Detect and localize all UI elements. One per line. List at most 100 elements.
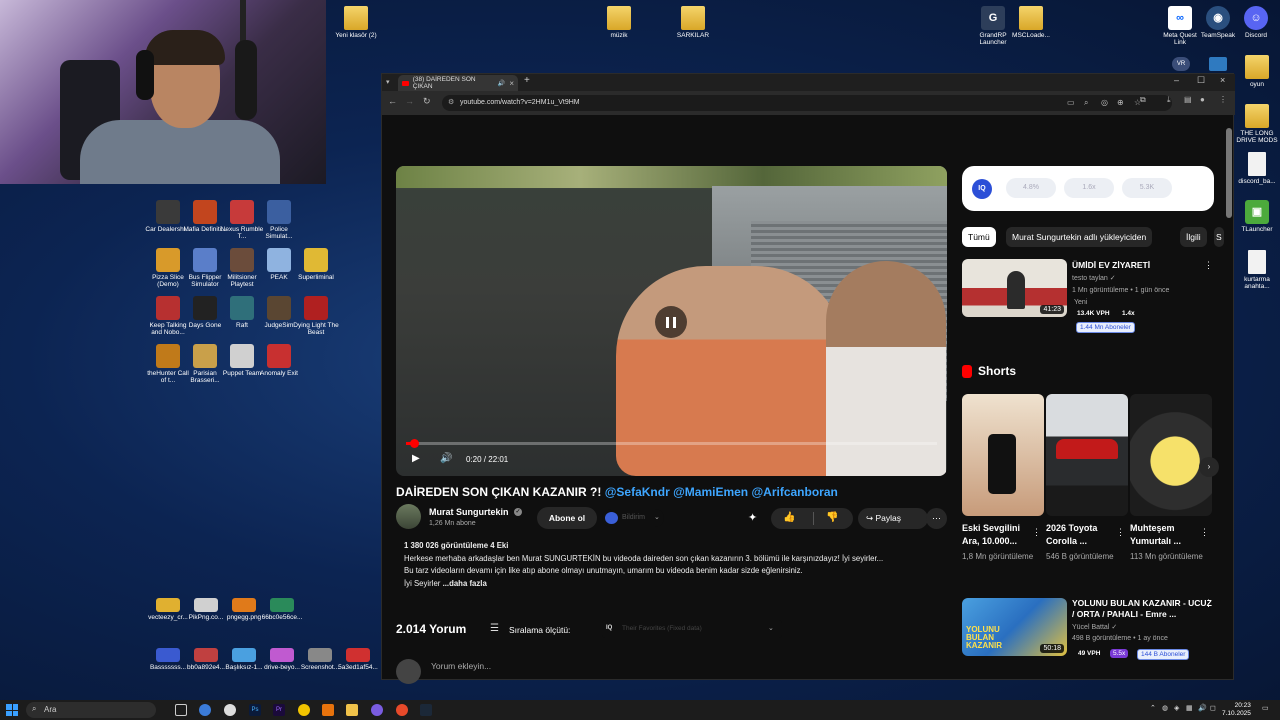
new-tab-icon[interactable]: + bbox=[524, 75, 530, 86]
short-title[interactable]: Muhteşem Yumurtalı ... bbox=[1130, 522, 1204, 548]
chrome-icon[interactable] bbox=[298, 704, 310, 716]
app-taskbar-icon[interactable] bbox=[371, 704, 383, 716]
taskbar-clock[interactable]: 20:23 7.10.2025 bbox=[1222, 702, 1251, 718]
desktop-icon-app[interactable]: ☺ Discord bbox=[1233, 6, 1279, 39]
short-thumbnail[interactable] bbox=[962, 394, 1044, 516]
pause-button[interactable] bbox=[655, 306, 687, 338]
app-taskbar-icon[interactable] bbox=[322, 704, 334, 716]
short-title[interactable]: 2026 Toyota Corolla ... bbox=[1046, 522, 1120, 548]
reload-icon[interactable]: ↻ bbox=[423, 96, 431, 107]
chip-related[interactable]: İlgili bbox=[1180, 227, 1207, 247]
rec-channel[interactable]: testo taylan bbox=[1072, 275, 1108, 282]
short-thumbnail[interactable] bbox=[1046, 394, 1128, 516]
short-menu-icon[interactable]: ⋮ bbox=[1032, 527, 1041, 538]
desktop-file-shortcut[interactable]: 5a3ed1af54... bbox=[335, 648, 381, 671]
show-more-link[interactable]: ...daha fazla bbox=[443, 579, 487, 588]
file-explorer-icon[interactable] bbox=[346, 704, 358, 716]
rec-thumbnail[interactable]: YOLUNU BULAN KAZANIR 50:18 bbox=[962, 598, 1067, 656]
maximize-icon[interactable]: ☐ bbox=[1197, 75, 1205, 86]
more-actions-icon[interactable]: ⋯ bbox=[926, 508, 947, 529]
copilot-icon[interactable] bbox=[199, 704, 211, 716]
comment-input[interactable]: Yorum ekleyin... bbox=[431, 661, 491, 671]
share-button[interactable]: ↪ Paylaş bbox=[858, 508, 928, 529]
game-shortcut[interactable]: Dying Light The Beast bbox=[293, 296, 339, 336]
video-progress-bar[interactable] bbox=[406, 439, 937, 448]
notifications-icon[interactable]: ▭ bbox=[1262, 704, 1269, 712]
sidebar-icon[interactable]: ▤ bbox=[1184, 95, 1192, 104]
game-shortcut[interactable]: Superliminal bbox=[293, 248, 339, 281]
premiere-icon[interactable]: Pr bbox=[273, 704, 285, 716]
video-description[interactable]: 1 380 026 görüntüleme 4 Eki Herkese merh… bbox=[396, 540, 947, 600]
dislike-icon[interactable]: 👎 bbox=[826, 512, 838, 523]
volume-icon[interactable]: 🔊 bbox=[440, 453, 452, 464]
zoom-icon[interactable]: ⌕ bbox=[1084, 98, 1088, 108]
network-icon[interactable]: ▦ bbox=[1186, 704, 1193, 712]
subscribe-button[interactable]: Abone ol bbox=[537, 507, 597, 529]
game-shortcut[interactable]: Police Simulat... bbox=[256, 200, 302, 240]
tray-app-icon[interactable]: ◻ bbox=[1210, 704, 1216, 712]
desktop-icon-folder[interactable]: THE LONG DRIVE MODS bbox=[1234, 104, 1280, 144]
steam-icon[interactable] bbox=[420, 704, 432, 716]
shorts-next-icon[interactable]: › bbox=[1199, 457, 1219, 477]
rec-thumbnail[interactable]: 41:23 bbox=[962, 259, 1067, 317]
extensions-icon[interactable]: ⧉ bbox=[1140, 95, 1146, 105]
desktop-icon-folder[interactable]: MSCLoade... bbox=[1008, 6, 1054, 39]
chip-from-uploader[interactable]: Murat Sungurtekin adlı yükleyiciden bbox=[1006, 227, 1153, 247]
scrollbar-thumb[interactable] bbox=[1226, 128, 1232, 218]
desktop-icon-folder[interactable]: müzik bbox=[596, 6, 642, 39]
channel-avatar[interactable] bbox=[396, 504, 421, 529]
tab-close-icon[interactable]: × bbox=[509, 79, 514, 88]
chip-all[interactable]: Tümü bbox=[962, 227, 996, 247]
desktop-file-shortcut[interactable]: 66bc0e56ce... bbox=[259, 598, 305, 621]
browser-taskbar-icon[interactable] bbox=[396, 704, 408, 716]
video-title-mentions[interactable]: @SefaKndr @MamiEmen @Arifcanboran bbox=[605, 485, 838, 499]
chip-more[interactable]: S bbox=[1214, 227, 1224, 247]
cast-icon[interactable]: ▭ bbox=[1067, 98, 1075, 107]
desktop-icon-folder[interactable]: Yeni klasör (2) bbox=[333, 6, 379, 39]
play-icon[interactable]: ▶ bbox=[412, 453, 420, 464]
rec-title[interactable]: ÜMİDİ EV ZİYARETİ bbox=[1072, 260, 1202, 271]
minimize-icon[interactable]: – bbox=[1174, 75, 1179, 85]
ai-summary-icon[interactable]: ✦ bbox=[748, 511, 757, 524]
tray-chevron-icon[interactable]: ⌃ bbox=[1150, 704, 1156, 712]
browser-menu-icon[interactable]: ⋮ bbox=[1219, 95, 1227, 104]
desktop-icon-folder[interactable]: oyun bbox=[1234, 55, 1280, 88]
download-icon[interactable]: ⤓ bbox=[1167, 95, 1171, 105]
browser-tab-youtube[interactable]: (38) DAİREDEN SON ÇIKAN 🔊 × bbox=[398, 75, 518, 91]
short-thumbnail[interactable] bbox=[1130, 394, 1212, 516]
eye-off-icon[interactable]: ◎ bbox=[1101, 98, 1108, 107]
rec-menu-icon[interactable]: ⋮ bbox=[1204, 598, 1213, 609]
app-taskbar-icon[interactable] bbox=[224, 704, 236, 716]
video-player[interactable]: ▶ 🔊 0:20 / 22:01 bbox=[396, 166, 947, 476]
short-menu-icon[interactable]: ⋮ bbox=[1116, 527, 1125, 538]
desktop-icon-file[interactable]: discord_ba... bbox=[1234, 152, 1280, 185]
tray-app-icon[interactable]: ◍ bbox=[1162, 704, 1168, 712]
tray-app-icon[interactable]: ◈ bbox=[1174, 704, 1179, 712]
tab-search-icon[interactable]: ▾ bbox=[386, 78, 390, 86]
site-info-icon[interactable]: ⚙ bbox=[448, 98, 454, 106]
window-close-icon[interactable]: × bbox=[1220, 75, 1225, 85]
photoshop-icon[interactable]: Ps bbox=[249, 704, 261, 716]
rec-title[interactable]: YOLUNU BULAN KAZANIR - UCUZ / ORTA / PAH… bbox=[1072, 598, 1212, 620]
page-scrollbar[interactable] bbox=[1226, 118, 1232, 678]
progress-scrubber[interactable] bbox=[409, 439, 419, 448]
profile-icon[interactable]: ● bbox=[1200, 95, 1205, 104]
game-shortcut[interactable]: Anomaly Exit bbox=[256, 344, 302, 377]
desktop-icon-app[interactable]: ▣ TLauncher bbox=[1234, 200, 1280, 233]
volume-tray-icon[interactable]: 🔊 bbox=[1198, 704, 1207, 712]
like-icon[interactable]: 👍 bbox=[783, 512, 795, 523]
sort-select[interactable]: IQ Their Favorites (Fixed data) ⌄ bbox=[602, 620, 782, 638]
rec-channel[interactable]: Yücel Battal bbox=[1072, 624, 1109, 631]
sort-icon[interactable]: ☰ bbox=[490, 623, 499, 634]
back-icon[interactable]: ← bbox=[388, 96, 397, 106]
desktop-icon-folder[interactable]: SARKILAR bbox=[670, 6, 716, 39]
forward-icon[interactable]: → bbox=[405, 96, 414, 106]
channel-name[interactable]: Murat Sungurtekin bbox=[429, 507, 509, 517]
start-icon[interactable] bbox=[6, 704, 18, 716]
rec-menu-icon[interactable]: ⋮ bbox=[1204, 260, 1213, 271]
task-view-icon[interactable] bbox=[175, 704, 187, 716]
short-title[interactable]: Eski Sevgilini Ara, 10.000... bbox=[962, 522, 1036, 548]
url-input[interactable]: ⚙ youtube.com/watch?v=2HM1u_Vt9HM ▭ ⌕ ◎ … bbox=[442, 95, 1172, 111]
notification-pill[interactable]: Bildirim ⌄ bbox=[602, 509, 664, 527]
short-menu-icon[interactable]: ⋮ bbox=[1200, 527, 1209, 538]
